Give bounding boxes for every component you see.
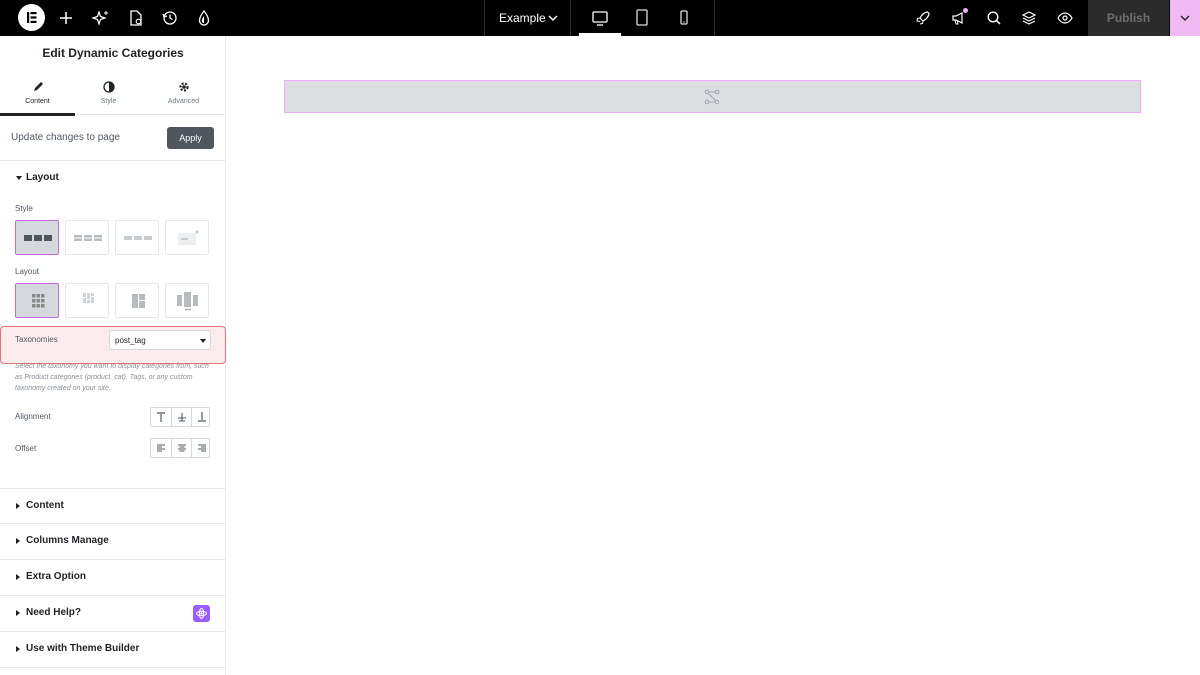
style-option-2[interactable] [65, 220, 109, 255]
chevron-down-icon [1180, 15, 1190, 21]
structure-icon[interactable] [1019, 8, 1039, 28]
responsive-mode-switcher [571, 0, 715, 36]
caret-right-icon [16, 503, 20, 509]
document-name: Example [499, 11, 546, 25]
style-preview-icon [24, 235, 52, 241]
document-switcher[interactable]: Example [484, 0, 571, 36]
caret-down-icon [16, 176, 22, 180]
top-bar: Example Publish [0, 0, 1200, 36]
tab-content[interactable]: Content [0, 72, 75, 116]
apply-button[interactable]: Apply [167, 127, 214, 149]
align-bottom-icon[interactable] [191, 408, 211, 426]
taxonomies-selected-value: post_tag [115, 336, 146, 345]
section-need-help-header[interactable]: Need Help? [0, 596, 226, 632]
alignment-control [150, 407, 210, 427]
align-center-icon[interactable] [171, 439, 191, 457]
style-option-1[interactable] [15, 220, 59, 255]
section-title: Need Help? [26, 607, 82, 618]
section-content-header[interactable]: Content [0, 488, 226, 524]
section-layout-header[interactable]: Layout [0, 161, 226, 197]
elementor-logo-icon[interactable] [18, 4, 45, 31]
caret-right-icon [16, 538, 20, 544]
chevron-down-icon [546, 11, 560, 25]
tab-advanced[interactable]: Advanced [146, 72, 221, 115]
alignment-label: Alignment [15, 412, 51, 421]
caret-right-icon [16, 646, 20, 652]
grid-layout-icon [32, 294, 45, 308]
search-icon[interactable] [984, 8, 1004, 28]
style-option-4[interactable] [165, 220, 209, 255]
style-preview-icon [74, 235, 102, 241]
section-extra-option-header[interactable]: Extra Option [0, 560, 226, 596]
layout-option-2[interactable] [65, 283, 109, 318]
taxonomies-control: Taxonomies post_tag [0, 326, 226, 364]
taxonomies-select[interactable]: post_tag [109, 330, 211, 350]
gear-icon [179, 82, 189, 92]
update-label: Update changes to page [11, 132, 120, 143]
offset-label: Offset [15, 444, 37, 453]
section-columns-manage-header[interactable]: Columns Manage [0, 524, 226, 560]
caret-right-icon [16, 610, 20, 616]
history-icon[interactable] [160, 8, 180, 28]
style-preview-icon [124, 236, 152, 240]
offset-control [150, 438, 210, 458]
masonry-layout-icon [83, 293, 94, 303]
taxonomies-help-text: Select the taxonomy you want to display … [15, 363, 209, 392]
editor-panel: Edit Dynamic Categories Content Style Ad… [0, 36, 226, 675]
tab-label: Content [25, 98, 50, 105]
style-preview-icon [178, 230, 199, 245]
taxonomies-label: Taxonomies [15, 335, 58, 344]
desktop-icon[interactable] [579, 0, 621, 36]
publish-options-button[interactable] [1170, 0, 1200, 36]
style-option-3[interactable] [115, 220, 159, 255]
rocket-icon[interactable] [913, 8, 933, 28]
section-title: Content [26, 500, 64, 511]
carousel-layout-icon [177, 292, 198, 311]
panel-tabs: Content Style Advanced [0, 72, 226, 116]
site-settings-icon[interactable] [194, 8, 214, 28]
pencil-icon [34, 82, 43, 91]
page-settings-icon[interactable] [126, 8, 146, 28]
editor-canvas[interactable] [227, 36, 1200, 675]
metro-layout-icon [132, 294, 145, 308]
notification-dot [963, 8, 968, 13]
align-top-icon[interactable] [151, 408, 171, 426]
mobile-icon[interactable] [663, 0, 705, 36]
section-title: Layout [26, 172, 59, 183]
widget-placeholder-icon [704, 89, 720, 105]
half-circle-icon [103, 81, 115, 93]
update-changes-row: Update changes to page Apply [0, 116, 226, 161]
layout-option-1[interactable] [15, 283, 59, 318]
caret-right-icon [16, 574, 20, 580]
plugin-logo-icon [193, 605, 210, 622]
ai-sparkle-icon[interactable] [91, 8, 111, 28]
section-title: Columns Manage [26, 535, 109, 546]
layout-option-4[interactable] [165, 283, 209, 318]
section-theme-builder-header[interactable]: Use with Theme Builder [0, 632, 226, 668]
layout-label: Layout [15, 267, 40, 276]
style-label: Style [15, 204, 33, 213]
caret-down-icon [200, 339, 206, 343]
tab-label: Style [100, 98, 117, 105]
align-right-icon[interactable] [191, 439, 211, 457]
align-middle-icon[interactable] [171, 408, 191, 426]
tab-style[interactable]: Style [71, 72, 146, 115]
section-title: Use with Theme Builder [26, 643, 140, 654]
dynamic-categories-widget-placeholder[interactable] [284, 80, 1141, 113]
tab-label: Advanced [167, 98, 200, 105]
preview-icon[interactable] [1055, 8, 1075, 28]
section-title: Extra Option [26, 571, 87, 582]
add-icon[interactable] [56, 8, 76, 28]
layout-option-3[interactable] [115, 283, 159, 318]
publish-button[interactable]: Publish [1088, 0, 1169, 36]
panel-title: Edit Dynamic Categories [42, 46, 184, 60]
tablet-icon[interactable] [621, 0, 663, 36]
align-left-icon[interactable] [151, 439, 171, 457]
